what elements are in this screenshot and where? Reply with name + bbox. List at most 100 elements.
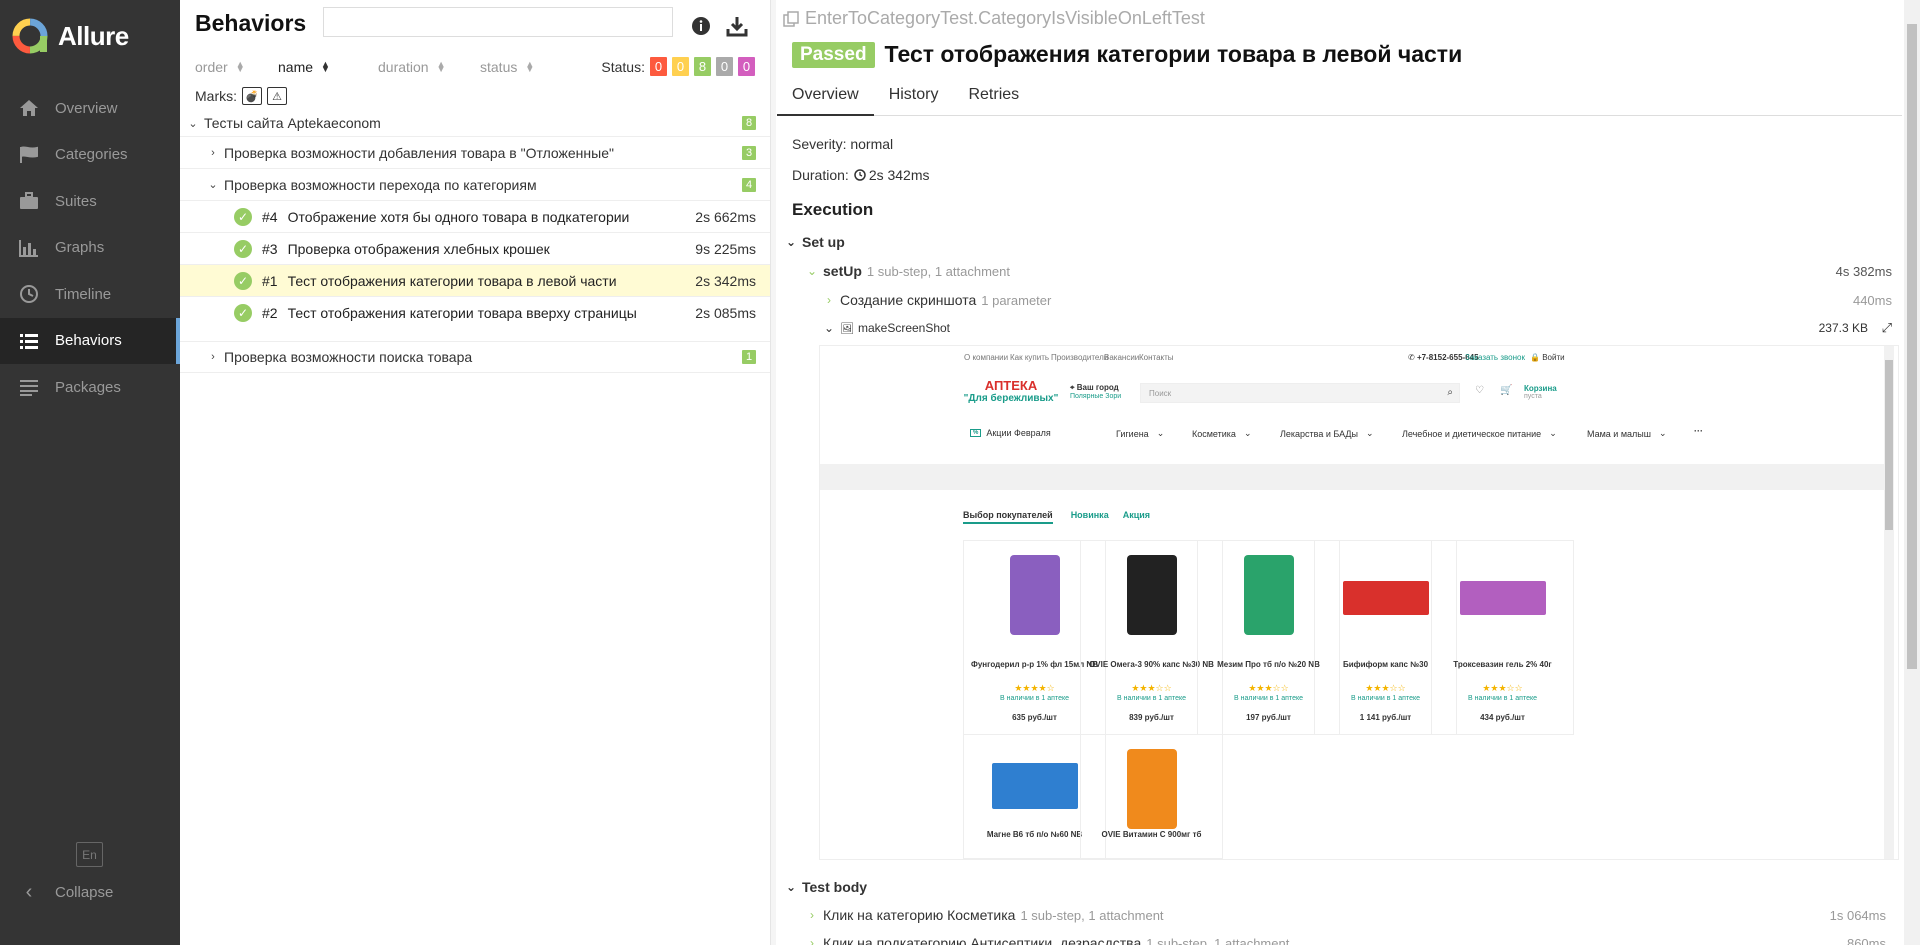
sidebar-item-categories[interactable]: Categories	[0, 132, 180, 179]
shot-tabs: Выбор покупателей Новинка Акция	[963, 510, 1150, 524]
product-availability: В наличии в 1 аптеке	[1467, 695, 1538, 702]
chevron-down-icon: ⌄	[208, 179, 218, 191]
execution-heading: Execution	[792, 200, 874, 219]
sort-status[interactable]: status ▲ ▼	[480, 59, 534, 75]
test-case-row[interactable]: ✓ #4 Отображение хотя бы одного товара в…	[180, 201, 770, 233]
screenshot-step[interactable]: › Создание скриншота 1 parameter 440ms	[824, 285, 1892, 315]
chevron-down-icon: ⌄	[1549, 428, 1557, 438]
step-meta: 1 sub-step, 1 attachment	[1146, 935, 1290, 945]
shot-category: Лекарства и БАДы ⌄	[1280, 428, 1374, 439]
step-name: Клик на категорию Косметика	[823, 907, 1016, 923]
sort-arrows-icon: ▲ ▼	[436, 59, 446, 74]
sidebar-item-graphs[interactable]: Graphs	[0, 225, 180, 272]
attachment-preview[interactable]: О компании Как купить Производители Вака…	[819, 345, 1899, 860]
tree-group-root[interactable]: ⌄ Тесты сайта Aptekaeconom 8	[180, 110, 770, 137]
breadcrumb-text: EnterToCategoryTest.CategoryIsVisibleOnL…	[805, 8, 1205, 28]
step-meta: 1 parameter	[981, 292, 1052, 308]
sort-bar: order ▲ ▼ name ▲ ▼ duration ▲ ▼ status ▲ ▼ Statu…	[195, 57, 755, 79]
preview-scrollbar[interactable]	[1884, 346, 1894, 859]
test-case-row[interactable]: ✓ #2 Тест отображения категории товара в…	[180, 297, 770, 329]
shot-category-label: Мама и малыш	[1587, 428, 1651, 439]
attachment-row[interactable]: ⌄ 🖼 makeScreenShot 237.3 KB ⤢	[824, 315, 1892, 341]
test-case-row[interactable]: ✓ #3 Проверка отображения хлебных крошек…	[180, 233, 770, 265]
collapse-button[interactable]: ‹ Collapse	[18, 880, 114, 904]
search-input[interactable]	[323, 7, 673, 37]
main-scrollbar[interactable]	[1904, 0, 1920, 945]
setup-step[interactable]: ⌄ setUp 1 sub-step, 1 attachment 4s 382m…	[807, 257, 1892, 285]
sidebar-item-timeline[interactable]: Timeline	[0, 271, 180, 318]
shot-category: Лечебное и диетическое питание ⌄	[1402, 428, 1557, 439]
clock-icon	[18, 284, 40, 304]
body-step[interactable]: › Клик на подкатегорию Антисептики, дезр…	[807, 929, 1886, 945]
group-label: Проверка возможности поиска товара	[224, 349, 473, 365]
breadcrumb: EnterToCategoryTest.CategoryIsVisibleOnL…	[783, 8, 1205, 29]
status-broken-count[interactable]: 0	[672, 57, 689, 76]
status-skipped-count[interactable]: 0	[716, 57, 733, 76]
case-number: #3	[262, 240, 278, 257]
behaviors-pane: Behaviors order ▲ ▼ name ▲ ▼ duration ▲ ▼ stat…	[180, 0, 770, 945]
test-case-row-selected[interactable]: ✓ #1 Тест отображения категории товара в…	[180, 265, 770, 297]
scrollbar-thumb[interactable]	[1907, 24, 1917, 669]
sidebar-item-packages[interactable]: Packages	[0, 364, 180, 411]
tree-group-categories[interactable]: ⌄ Проверка возможности перехода по катег…	[180, 169, 770, 201]
chevron-down-icon: ⌄	[188, 117, 198, 130]
tree-group-search[interactable]: › Проверка возможности поиска товара 1	[180, 341, 770, 373]
shot-category-label: Косметика	[1192, 428, 1236, 439]
cart-icon: 🛒	[1500, 385, 1513, 396]
testbody-header[interactable]: ⌄ Test body	[786, 873, 1886, 901]
case-number: #4	[262, 208, 278, 225]
allure-logo[interactable]: Allure	[12, 16, 129, 56]
passed-check-icon: ✓	[234, 304, 252, 322]
case-duration: 9s 225ms	[695, 240, 756, 257]
shot-tab: Акция	[1122, 510, 1151, 520]
product-image	[1127, 555, 1177, 635]
sort-order[interactable]: order ▲ ▼	[195, 59, 245, 75]
tab-history[interactable]: History	[874, 80, 954, 116]
heart-icon: ♡	[1475, 385, 1484, 396]
shot-product-card: OVIE Витамин С 900мг тб	[1080, 734, 1223, 859]
shot-topbar: О компании Как купить Производители Вака…	[820, 346, 1898, 368]
test-title: Passed Тест отображения категории товара…	[792, 41, 1462, 68]
search-icon: ⌕	[1447, 387, 1453, 398]
tree-group-favorites[interactable]: › Проверка возможности добавления товара…	[180, 137, 770, 169]
warning-icon[interactable]: ⚠	[267, 87, 287, 105]
step-name: Клик на подкатегорию Антисептики, дезрас…	[823, 935, 1142, 945]
copy-icon[interactable]	[783, 10, 799, 27]
shot-category: Мама и малыш ⌄	[1587, 428, 1667, 439]
setup-section[interactable]: ⌄ Set up	[786, 227, 1892, 257]
language-switch[interactable]: En	[76, 842, 103, 867]
chevron-down-icon: ⌄	[1243, 428, 1252, 438]
shot-login: 🔒 Войти	[1530, 353, 1565, 362]
flaky-bomb-icon[interactable]: 💣	[242, 87, 262, 105]
chevron-right-icon: ›	[211, 146, 215, 159]
status-unknown-count[interactable]: 0	[738, 57, 755, 76]
sidebar-nav: Overview Categories Suites Graphs Timeli…	[0, 85, 180, 411]
section-label: Set up	[802, 234, 845, 250]
shot-category-label: Гигиена	[1116, 428, 1149, 439]
chevron-right-icon: ›	[827, 293, 831, 307]
sidebar-item-behaviors[interactable]: Behaviors	[0, 317, 180, 364]
tab-retries[interactable]: Retries	[953, 80, 1034, 116]
download-icon[interactable]	[725, 14, 749, 38]
status-failed-count[interactable]: 0	[650, 57, 667, 76]
sort-name[interactable]: name ▲ ▼	[278, 59, 330, 75]
clock-icon	[854, 168, 866, 181]
sort-duration[interactable]: duration ▲ ▼	[378, 59, 446, 75]
pane-splitter[interactable]	[770, 0, 776, 945]
step-meta: 1 sub-step, 1 attachment	[866, 263, 1010, 279]
status-passed-count[interactable]: 8	[694, 57, 711, 76]
shot-logo-top: АПТЕКА	[984, 378, 1038, 393]
expand-icon[interactable]: ⤢	[1882, 320, 1892, 336]
shot-category-label: Лечебное и диетическое питание	[1402, 428, 1542, 439]
product-image	[1127, 749, 1177, 829]
shot-search: Поиск ⌕	[1140, 383, 1460, 403]
sidebar-item-suites[interactable]: Suites	[0, 178, 180, 225]
chevron-right-icon: ›	[810, 936, 814, 945]
info-icon[interactable]	[689, 14, 713, 38]
scrollbar-thumb[interactable]	[1885, 360, 1893, 530]
bar-chart-icon	[18, 238, 40, 258]
step-name: setUp	[823, 263, 862, 279]
tab-overview[interactable]: Overview	[777, 80, 874, 116]
sidebar-item-overview[interactable]: Overview	[0, 85, 180, 132]
body-step[interactable]: › Клик на категорию Косметика 1 sub-step…	[807, 901, 1886, 929]
